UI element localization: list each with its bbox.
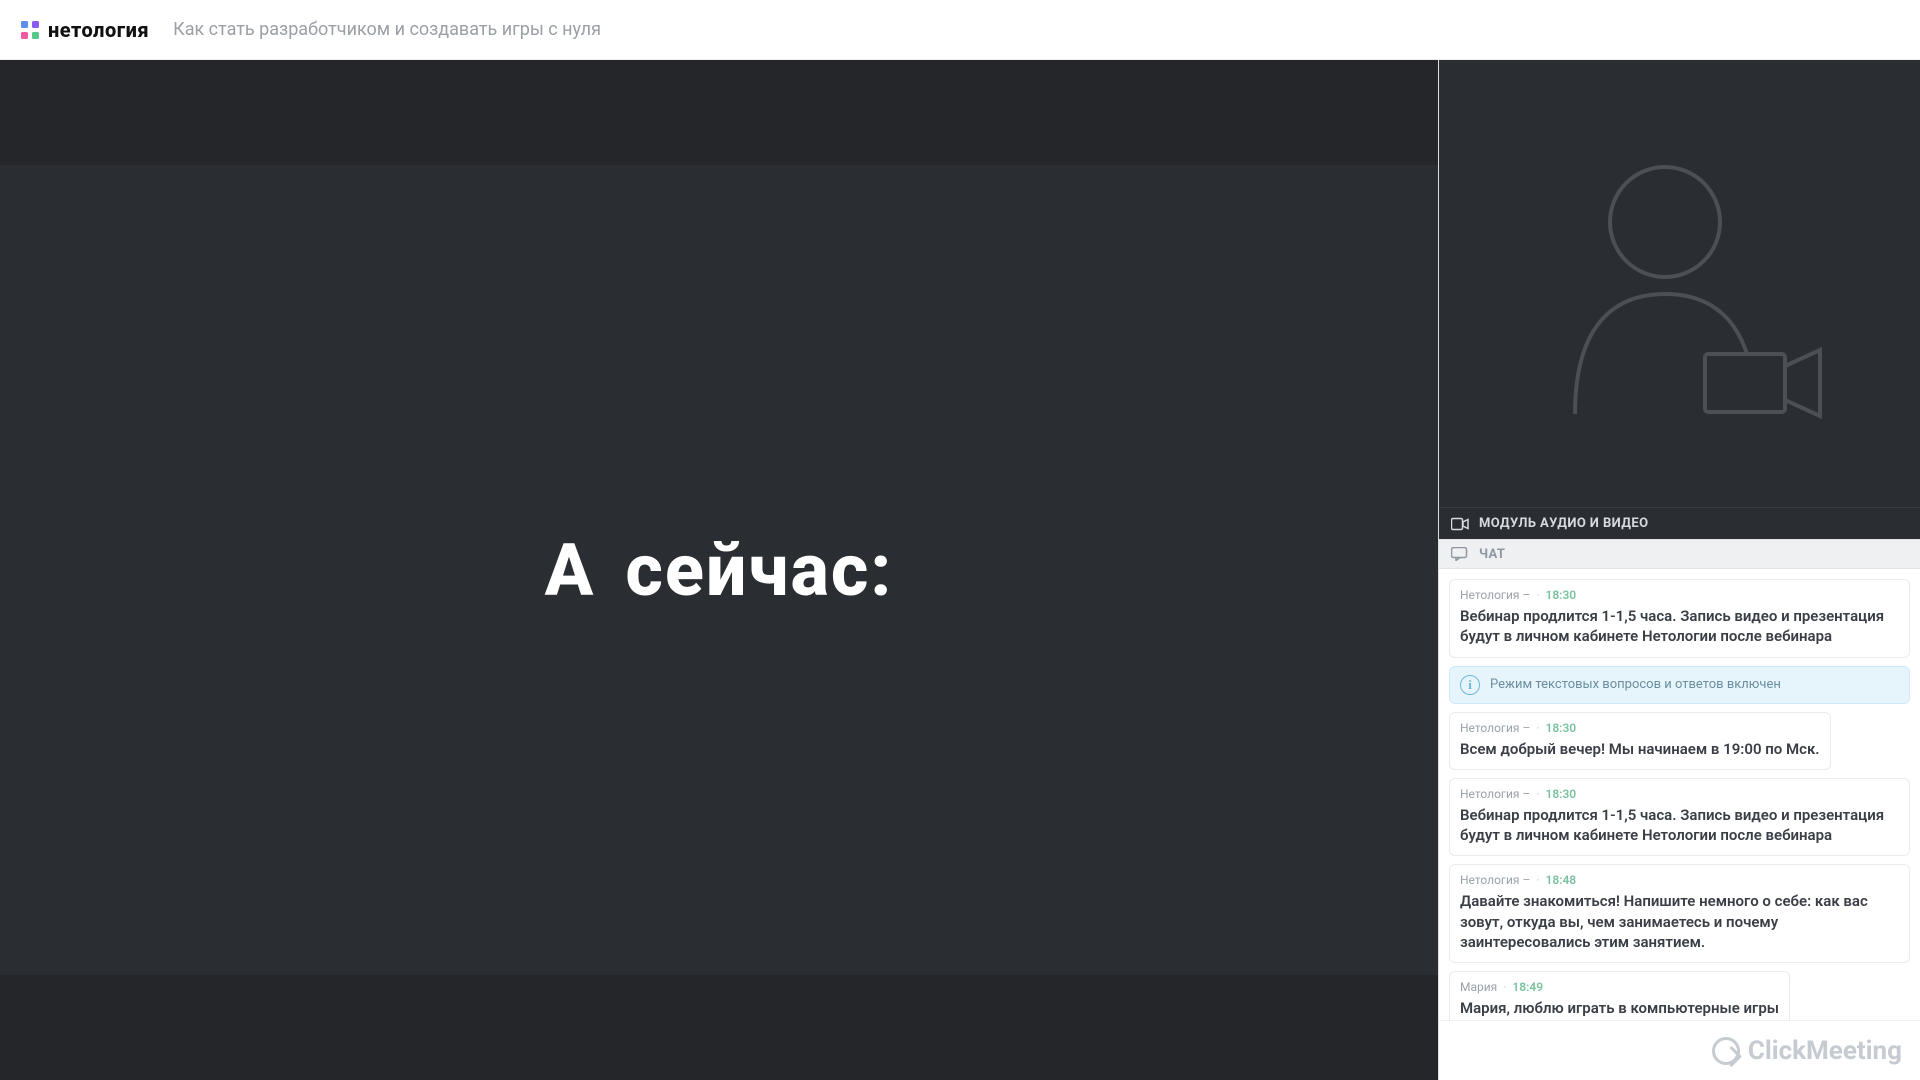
stage-letterbox-bottom <box>0 975 1438 1080</box>
chat-message-sep: · <box>1536 588 1539 602</box>
chat-message: Нетология – · 18:30 Вебинар продлится 1-… <box>1449 778 1910 857</box>
stage-letterbox-top <box>0 60 1438 165</box>
chat-message-time: 18:30 <box>1545 787 1576 801</box>
chat-icon <box>1451 547 1469 561</box>
chat-message-time: 18:30 <box>1545 588 1576 602</box>
chat-message-sep: · <box>1536 787 1539 801</box>
right-sidebar: МОДУЛЬ АУДИО И ВИДЕО ЧАТ Нетология – · 1… <box>1438 60 1920 1080</box>
app-header: нетология Как стать разработчиком и созд… <box>0 0 1920 60</box>
chat-message-text: Всем добрый вечер! Мы начинаем в 19:00 п… <box>1460 739 1820 759</box>
camera-icon <box>1451 517 1469 531</box>
chat-message-author: Нетология – <box>1460 588 1530 602</box>
stage-center: Асейчас: <box>0 165 1438 975</box>
brand-logo-text: нетология <box>48 18 149 42</box>
chat-message-sep: · <box>1536 873 1539 887</box>
chat-message-time: 18:30 <box>1545 721 1576 735</box>
chat-message: Нетология – · 18:48 Давайте знакомиться!… <box>1449 864 1910 963</box>
presentation-stage[interactable]: Асейчас: <box>0 60 1438 1080</box>
chat-footer: ClickMeeting <box>1439 1020 1920 1080</box>
chat-message-sep: · <box>1536 721 1539 735</box>
chat-message-sep: · <box>1503 980 1506 994</box>
slide-text-part-b: сейчас: <box>625 528 893 613</box>
brand-logo-icon <box>20 20 40 40</box>
chat-message-time: 18:49 <box>1512 980 1543 994</box>
chat-message: Нетология – · 18:30 Вебинар продлится 1-… <box>1449 579 1910 658</box>
chat-message-author: Нетология – <box>1460 873 1530 887</box>
slide-text: Асейчас: <box>545 528 894 613</box>
chat-message-author: Мария <box>1460 980 1497 994</box>
av-module-label: МОДУЛЬ АУДИО И ВИДЕО <box>1479 516 1648 531</box>
chat-message: Нетология – · 18:30 Всем добрый вечер! М… <box>1449 712 1831 770</box>
provider-brand-text: ClickMeeting <box>1748 1036 1902 1066</box>
slide-text-part-a: А <box>545 528 596 613</box>
chat-message-text: Мария, люблю играть в компьютерные игры <box>1460 998 1779 1018</box>
video-panel[interactable] <box>1439 60 1920 507</box>
main-content: Асейчас: <box>0 60 1920 1080</box>
chat-label: ЧАТ <box>1479 547 1505 562</box>
chat-notice: i Режим текстовых вопросов и ответов вкл… <box>1449 666 1910 704</box>
chat-message-text: Давайте знакомиться! Напишите немного о … <box>1460 891 1899 952</box>
chat-message-text: Вебинар продлится 1-1,5 часа. Запись вид… <box>1460 606 1899 647</box>
chat-header[interactable]: ЧАТ <box>1439 539 1920 569</box>
info-icon: i <box>1460 675 1480 695</box>
page-title: Как стать разработчиком и создавать игры… <box>173 19 601 40</box>
chat-message-time: 18:48 <box>1545 873 1576 887</box>
brand-logo[interactable]: нетология <box>20 18 149 42</box>
chat-message: Мария · 18:49 Мария, люблю играть в комп… <box>1449 971 1790 1020</box>
chat-message-author: Нетология – <box>1460 721 1530 735</box>
presenter-avatar-placeholder <box>1535 144 1825 424</box>
chat-message-author: Нетология – <box>1460 787 1530 801</box>
provider-brand-icon <box>1712 1037 1740 1065</box>
av-module-header[interactable]: МОДУЛЬ АУДИО И ВИДЕО <box>1439 507 1920 539</box>
chat-notice-text: Режим текстовых вопросов и ответов включ… <box>1490 677 1781 692</box>
chat-messages[interactable]: Нетология – · 18:30 Вебинар продлится 1-… <box>1439 569 1920 1020</box>
chat-message-text: Вебинар продлится 1-1,5 часа. Запись вид… <box>1460 805 1899 846</box>
provider-brand: ClickMeeting <box>1712 1036 1902 1066</box>
